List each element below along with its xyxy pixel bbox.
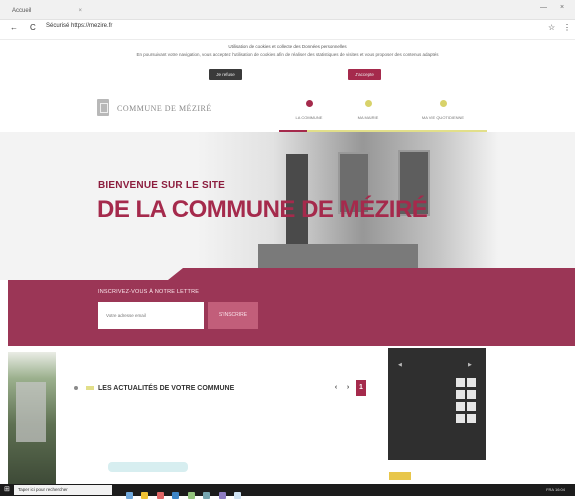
village-photo xyxy=(8,352,56,484)
news-prev-button[interactable]: ‹ xyxy=(331,380,341,396)
taskbar-apps xyxy=(126,486,245,499)
windows-start-icon[interactable]: ⊞ xyxy=(4,486,10,494)
calendar-prev-icon[interactable]: ◀ xyxy=(398,362,402,368)
window-close-icon[interactable]: × xyxy=(560,4,564,11)
browser-tab[interactable]: Accueil × xyxy=(6,4,88,18)
calendar-day[interactable] xyxy=(456,426,465,435)
logo-icon[interactable] xyxy=(97,99,109,116)
taskbar-search[interactable]: Taper ici pour rechercher xyxy=(14,485,112,495)
calendar-widget: ◀ ▶ xyxy=(388,348,486,460)
calendar-day[interactable] xyxy=(433,426,442,435)
calendar-day[interactable] xyxy=(398,402,407,411)
bookmark-star-icon[interactable]: ☆ xyxy=(548,23,555,32)
agenda-accent xyxy=(389,472,411,480)
calendar-day[interactable] xyxy=(410,426,419,435)
calendar-day[interactable] xyxy=(421,390,430,399)
calendar-day[interactable] xyxy=(444,378,453,387)
calendar-day[interactable] xyxy=(467,414,476,423)
cookie-text: En poursuivant votre navigation, vous ac… xyxy=(136,52,439,57)
nav-vie-quotidienne[interactable]: MA VIE QUOTIDIENNE xyxy=(413,100,473,120)
nav-ma-mairie[interactable]: MA MAIRIE xyxy=(338,100,398,120)
calendar-day[interactable] xyxy=(467,426,476,435)
calendar-next-icon[interactable]: ▶ xyxy=(468,362,472,368)
calendar-day[interactable] xyxy=(444,426,453,435)
news-section-title: LES ACTUALITÉS DE VOTRE COMMUNE xyxy=(98,385,235,392)
nav-label: MA MAIRIE xyxy=(357,115,379,120)
reload-icon[interactable]: C xyxy=(30,23,36,32)
hero-subtitle: BIENVENUE SUR LE SITE xyxy=(98,180,225,191)
cookie-title: Utilisation de cookies et collecte des D… xyxy=(228,44,347,49)
calendar-day[interactable] xyxy=(467,390,476,399)
calendar-day[interactable] xyxy=(410,402,419,411)
section-dot-icon xyxy=(74,386,78,390)
url-field[interactable]: Sécurisé https://mezire.fr xyxy=(46,23,112,29)
calendar-day[interactable] xyxy=(398,426,407,435)
newsletter-email-input[interactable] xyxy=(98,302,204,329)
hero-title: DE LA COMMUNE DE MÉZIRÉ xyxy=(97,196,428,223)
browser-menu-icon[interactable]: ⋮ xyxy=(563,23,571,32)
calendar-day[interactable] xyxy=(421,426,430,435)
calendar-day[interactable] xyxy=(410,414,419,423)
calendar-day[interactable] xyxy=(398,414,407,423)
calendar-day[interactable] xyxy=(421,414,430,423)
calendar-day[interactable] xyxy=(410,390,419,399)
calendar-header: ◀ ▶ xyxy=(388,362,486,372)
calendar-day[interactable] xyxy=(467,378,476,387)
news-next-button[interactable]: › xyxy=(343,380,353,396)
calendar-day[interactable] xyxy=(455,390,465,399)
newsletter-title: INSCRIVEZ-VOUS À NOTRE LETTRE xyxy=(98,289,200,295)
os-taskbar: ⊞ Taper ici pour rechercher FRA 16:04 xyxy=(0,484,575,499)
back-icon[interactable]: ← xyxy=(10,23,18,32)
news-page-button[interactable]: 1 xyxy=(356,380,366,396)
newsletter-subscribe-button[interactable]: S'INSCRIRE xyxy=(208,302,258,329)
calendar-day[interactable] xyxy=(433,402,442,411)
tab-close-icon[interactable]: × xyxy=(78,4,82,18)
minimize-icon[interactable]: — xyxy=(540,4,547,11)
mairie-nav-icon xyxy=(364,100,372,107)
tab-label: Accueil xyxy=(12,8,32,14)
calendar-day[interactable] xyxy=(433,390,442,399)
calendar-day[interactable] xyxy=(455,378,465,387)
address-bar: ← C Sécurisé https://mezire.fr ☆ ⋮ xyxy=(0,20,575,40)
cookie-banner: Utilisation de cookies et collecte des D… xyxy=(0,40,575,88)
news-card[interactable] xyxy=(108,462,188,472)
nav-label: MA VIE QUOTIDIENNE xyxy=(421,115,465,120)
calendar-day[interactable] xyxy=(444,402,453,411)
nav-label: LA COMMUNE xyxy=(295,115,323,120)
calendar-day[interactable] xyxy=(444,390,453,399)
calendar-day[interactable] xyxy=(433,378,442,387)
vie-quotidienne-nav-icon xyxy=(439,100,447,107)
calendar-day[interactable] xyxy=(444,414,453,423)
calendar-day[interactable] xyxy=(398,378,407,387)
commune-nav-icon xyxy=(305,100,313,107)
calendar-day[interactable] xyxy=(455,402,465,411)
section-accent-bar xyxy=(86,386,94,390)
browser-tab-bar: Accueil × — × xyxy=(0,0,575,20)
calendar-day[interactable] xyxy=(421,402,430,411)
cookie-refuse-button[interactable]: Je refuse xyxy=(209,69,242,80)
nav-la-commune[interactable]: LA COMMUNE xyxy=(279,100,339,120)
calendar-day[interactable] xyxy=(410,378,419,387)
system-tray: FRA 16:04 xyxy=(546,487,565,492)
site-logo-text[interactable]: COMMUNE DE MÉZIRÉ xyxy=(117,104,212,113)
calendar-day[interactable] xyxy=(467,402,476,411)
church-shape xyxy=(16,382,46,442)
calendar-day[interactable] xyxy=(398,390,407,399)
cookie-accept-button[interactable]: J'accepte xyxy=(348,69,381,80)
calendar-day[interactable] xyxy=(421,378,430,387)
calendar-day[interactable] xyxy=(455,414,465,423)
calendar-day[interactable] xyxy=(433,414,442,423)
